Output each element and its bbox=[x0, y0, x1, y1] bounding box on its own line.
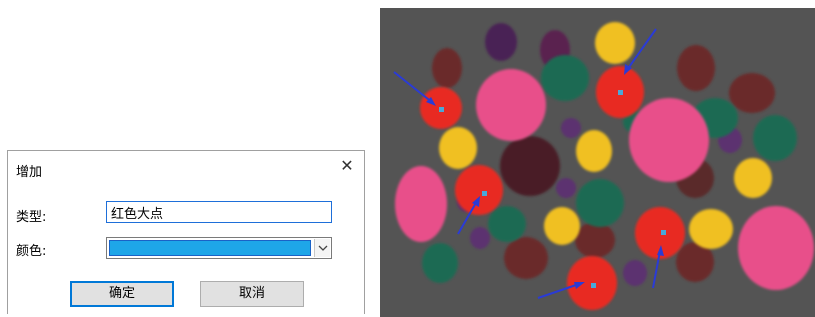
color-select[interactable] bbox=[106, 237, 332, 259]
dots-image-canvas bbox=[380, 8, 815, 317]
dialog-title: 增加 bbox=[16, 165, 43, 180]
dots-image bbox=[380, 8, 815, 317]
chevron-down-icon[interactable] bbox=[314, 239, 330, 257]
close-icon[interactable]: ✕ bbox=[338, 157, 356, 175]
add-dialog: 增加 ✕ 类型: 颜色: 确定 取消 bbox=[7, 150, 365, 314]
ok-button[interactable]: 确定 bbox=[70, 281, 174, 307]
color-label: 颜色: bbox=[16, 244, 47, 259]
type-label: 类型: bbox=[16, 210, 47, 225]
type-input[interactable] bbox=[106, 201, 332, 223]
color-swatch bbox=[109, 240, 311, 256]
cancel-button[interactable]: 取消 bbox=[200, 281, 304, 307]
